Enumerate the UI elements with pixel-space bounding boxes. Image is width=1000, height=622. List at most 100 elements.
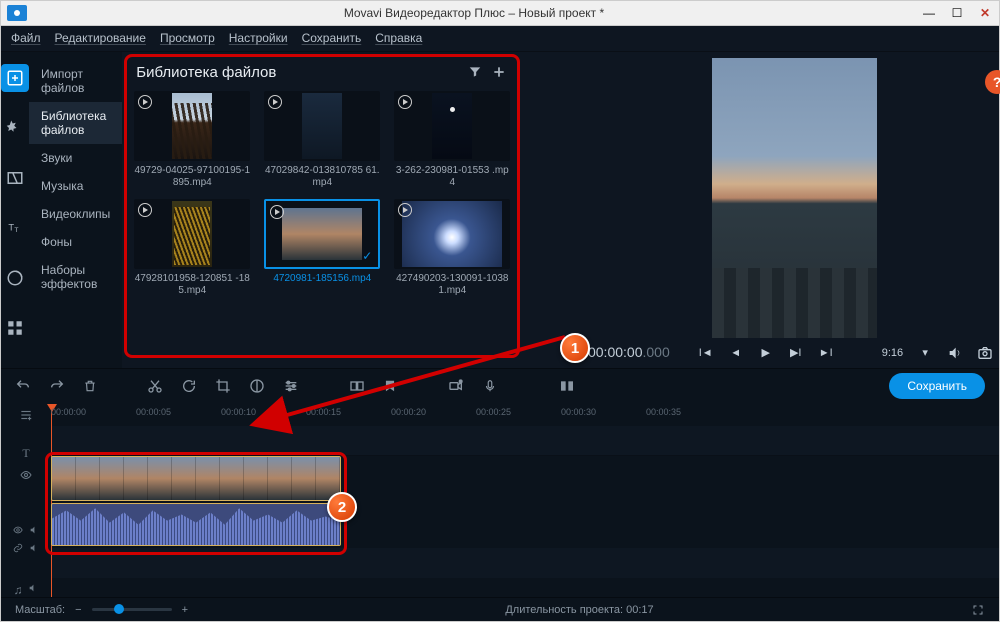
sidebar-item-videoclips[interactable]: Видеоклипы bbox=[29, 200, 122, 228]
preview-timecode: 00:00:00.000 bbox=[588, 344, 670, 362]
titles-tool-icon[interactable]: TT bbox=[1, 214, 29, 242]
play-overlay-icon bbox=[268, 95, 282, 109]
transitions-tool-icon[interactable] bbox=[1, 164, 29, 192]
video-track-eye-icon[interactable] bbox=[12, 525, 24, 535]
track-headers: T ♫ bbox=[1, 404, 51, 597]
menu-help[interactable]: Справка bbox=[375, 31, 422, 45]
preview-controls: ◆ 00:00:00.000 I◄ ◄ ▶ ▶I ►I 9:16 ▾ bbox=[562, 338, 1000, 362]
audio-track[interactable] bbox=[51, 503, 999, 548]
add-icon[interactable] bbox=[492, 65, 506, 79]
left-toolbar: TT bbox=[1, 52, 29, 368]
color-adjust-icon[interactable] bbox=[249, 378, 265, 394]
timeline-toolbar: Сохранить bbox=[1, 368, 999, 405]
sidebar-item-backgrounds[interactable]: Фоны bbox=[29, 228, 122, 256]
svg-text:T: T bbox=[8, 222, 14, 232]
library-item[interactable]: 47029842-013810785 61.mp4 bbox=[262, 91, 382, 189]
filters-tool-icon[interactable] bbox=[1, 114, 29, 142]
zoom-out-icon[interactable]: − bbox=[75, 604, 81, 616]
redo-icon[interactable] bbox=[49, 378, 65, 394]
menu-settings[interactable]: Настройки bbox=[229, 31, 288, 45]
maximize-button[interactable]: ☐ bbox=[943, 1, 971, 25]
cut-icon[interactable] bbox=[147, 378, 163, 394]
close-button[interactable]: ✕ bbox=[971, 1, 999, 25]
transition-wizard-icon[interactable] bbox=[349, 378, 365, 394]
menu-save[interactable]: Сохранить bbox=[302, 31, 362, 45]
menu-edit[interactable]: Редактирование bbox=[55, 31, 146, 45]
ruler-tick: 00:00:25 bbox=[476, 407, 511, 417]
ruler-tick: 00:00:10 bbox=[221, 407, 256, 417]
video-track[interactable] bbox=[51, 456, 999, 503]
text-track-icon[interactable]: T bbox=[22, 446, 29, 461]
volume-icon[interactable] bbox=[947, 345, 963, 361]
ruler-tick: 00:00:00 bbox=[51, 407, 86, 417]
snapshot-icon[interactable] bbox=[977, 345, 993, 361]
link-track-icon[interactable] bbox=[12, 543, 24, 553]
audio-track-vol-icon[interactable] bbox=[28, 543, 40, 553]
library-item[interactable]: 3-262-230981-01553 .mp4 bbox=[392, 91, 512, 189]
project-duration: Длительность проекта: 00:17 bbox=[198, 604, 961, 616]
timeline-view-icon[interactable] bbox=[557, 378, 577, 394]
save-button[interactable]: Сохранить bbox=[889, 373, 985, 399]
rotate-icon[interactable] bbox=[181, 378, 197, 394]
sidebar-item-import[interactable]: Импорт файлов bbox=[29, 60, 122, 102]
sidebar-item-music[interactable]: Музыка bbox=[29, 172, 122, 200]
record-video-icon[interactable] bbox=[447, 378, 465, 394]
menubar: Файл Редактирование Просмотр Настройки С… bbox=[1, 26, 999, 52]
file-label: 427490203-130091-10381.mp4 bbox=[394, 273, 510, 297]
ruler-tick: 00:00:35 bbox=[646, 407, 681, 417]
preview-panel: ? ◆ 00:00:00.000 I◄ ◄ ▶ ▶I ►I 9:16 ▾ bbox=[522, 52, 1000, 368]
app-logo-icon bbox=[7, 5, 27, 21]
sidebar-item-sounds[interactable]: Звуки bbox=[29, 144, 122, 172]
stickers-tool-icon[interactable] bbox=[1, 264, 29, 292]
timeline-area: T ♫ 00:00:00 00:00:05 00:00:10 00:00:15 … bbox=[1, 404, 999, 597]
sidebar-item-effect-packs[interactable]: Наборы эффектов bbox=[29, 256, 122, 298]
minimize-button[interactable]: — bbox=[915, 1, 943, 25]
more-tools-icon[interactable] bbox=[1, 314, 29, 342]
timeline-tracks[interactable]: 00:00:00 00:00:05 00:00:10 00:00:15 00:0… bbox=[51, 404, 999, 597]
library-item[interactable]: 47928101958-120851 -185.mp4 bbox=[132, 199, 252, 297]
library-panel: Библиотека файлов 49729-04025-97100195-1… bbox=[122, 52, 522, 368]
play-icon[interactable]: ▶ bbox=[758, 345, 774, 361]
aspect-dropdown-icon[interactable]: ▾ bbox=[917, 345, 933, 361]
sidebar-item-library[interactable]: Библиотека файлов bbox=[29, 102, 122, 144]
music-track-vol-icon[interactable] bbox=[27, 583, 39, 597]
check-icon: ✓ bbox=[362, 249, 372, 263]
marker-icon[interactable] bbox=[383, 378, 397, 394]
menu-file[interactable]: Файл bbox=[11, 31, 41, 45]
timeline-ruler[interactable]: 00:00:00 00:00:05 00:00:10 00:00:15 00:0… bbox=[51, 404, 999, 426]
add-track-icon[interactable] bbox=[17, 408, 35, 422]
help-button[interactable]: ? bbox=[985, 70, 1000, 94]
next-frame-icon[interactable]: ►I bbox=[818, 345, 834, 361]
video-clip[interactable] bbox=[51, 456, 341, 501]
music-track[interactable] bbox=[51, 548, 999, 578]
preview-video bbox=[712, 58, 877, 338]
audio-clip[interactable] bbox=[51, 503, 341, 546]
window-controls: — ☐ ✕ bbox=[915, 1, 999, 25]
step-back-icon[interactable]: ◄ bbox=[728, 345, 744, 361]
import-tool-icon[interactable] bbox=[1, 64, 29, 92]
filter-icon[interactable] bbox=[468, 65, 482, 79]
video-track-vol-icon[interactable] bbox=[28, 525, 40, 535]
fit-zoom-icon[interactable] bbox=[971, 604, 985, 616]
crop-icon[interactable] bbox=[215, 378, 231, 394]
library-item[interactable]: 427490203-130091-10381.mp4 bbox=[392, 199, 512, 297]
zoom-slider[interactable] bbox=[92, 608, 172, 611]
text-track[interactable] bbox=[51, 426, 999, 456]
step-fwd-icon[interactable]: ▶I bbox=[788, 345, 804, 361]
file-label: 49729-04025-97100195-1895.mp4 bbox=[134, 165, 250, 189]
window-title: Movavi Видеоредактор Плюс – Новый проект… bbox=[33, 6, 915, 20]
music-track-icon[interactable]: ♫ bbox=[14, 583, 23, 597]
annotation-marker-2: 2 bbox=[327, 492, 357, 522]
library-item[interactable]: 49729-04025-97100195-1895.mp4 bbox=[132, 91, 252, 189]
ruler-tick: 00:00:20 bbox=[391, 407, 426, 417]
clip-properties-icon[interactable] bbox=[283, 378, 299, 394]
ruler-tick: 00:00:15 bbox=[306, 407, 341, 417]
zoom-in-icon[interactable]: + bbox=[182, 604, 188, 616]
prev-frame-icon[interactable]: I◄ bbox=[698, 345, 714, 361]
menu-view[interactable]: Просмотр bbox=[160, 31, 215, 45]
text-track-eye-icon[interactable] bbox=[19, 469, 33, 481]
delete-icon[interactable] bbox=[83, 378, 97, 394]
record-audio-icon[interactable] bbox=[483, 377, 497, 395]
library-item-selected[interactable]: ✓ 4720981-185156.mp4 bbox=[262, 199, 382, 297]
undo-icon[interactable] bbox=[15, 378, 31, 394]
